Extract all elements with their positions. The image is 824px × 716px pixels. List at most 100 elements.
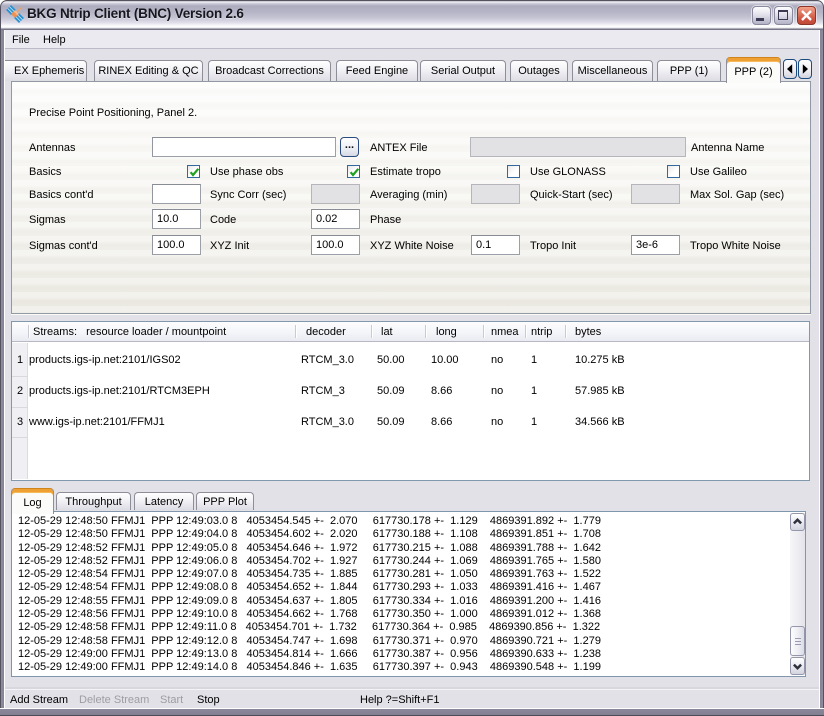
col-bytes[interactable]: bytes	[575, 326, 601, 338]
delete-stream-button[interactable]: Delete Stream	[79, 694, 149, 706]
column-separator	[483, 325, 484, 338]
col-decoder[interactable]: decoder	[306, 326, 346, 338]
minimize-button[interactable]	[752, 6, 771, 25]
menu-file[interactable]: File	[12, 34, 30, 46]
streams-table-header: Streams: resource loader / mountpoint de…	[12, 322, 809, 342]
use-glonass-checkbox[interactable]	[507, 165, 520, 178]
start-button[interactable]: Start	[160, 694, 183, 706]
window-title: BKG Ntrip Client (BNC) Version 2.6	[27, 6, 244, 21]
close-button[interactable]	[797, 6, 816, 25]
scroll-down-button[interactable]	[790, 657, 805, 675]
tab-rinex-ephemeris[interactable]: EX Ephemeris	[0, 60, 87, 81]
maximize-icon	[778, 10, 788, 20]
scroll-thumb[interactable]	[790, 626, 805, 656]
col-ntrip[interactable]: ntrip	[531, 326, 552, 338]
maxsolgap-input	[631, 184, 680, 204]
window-border-bottom	[0, 708, 824, 716]
xyz-init-input[interactable]: 100.0	[152, 235, 201, 255]
sync-corr-input[interactable]	[152, 184, 201, 204]
sigma-code-input[interactable]: 10.0	[152, 209, 201, 229]
antex-browse-button[interactable]: ...	[340, 137, 359, 157]
tab-rinex-editing[interactable]: RINEX Editing & QC	[94, 60, 203, 81]
phase-label: Phase	[370, 214, 401, 226]
app-icon	[6, 4, 24, 24]
sync-corr-label: Sync Corr (sec)	[210, 189, 286, 201]
xyz-white-noise-input[interactable]: 100.0	[311, 235, 360, 255]
use-galileo-label: Use Galileo	[690, 166, 747, 178]
tab-ppp-plot[interactable]: PPP Plot	[196, 492, 254, 510]
log-line: 12-05-29 12:48:55 FFMJ1 PPP 12:49:09.0 8…	[18, 595, 601, 607]
help-label: Help ?=Shift+F1	[360, 694, 440, 706]
tab-ppp-2[interactable]: PPP (2)	[726, 57, 781, 83]
column-separator	[565, 325, 566, 338]
cell-lat: 50.09	[377, 408, 405, 428]
use-galileo-checkbox[interactable]	[667, 165, 680, 178]
tab-miscellaneous[interactable]: Miscellaneous	[572, 60, 653, 81]
log-view[interactable]: 12-05-29 12:48:50 FFMJ1 PPP 12:49:03.0 8…	[11, 511, 806, 677]
log-line: 12-05-29 12:48:56 FFMJ1 PPP 12:49:10.0 8…	[18, 608, 601, 620]
antennas-label: Antennas	[29, 142, 75, 154]
estimate-tropo-checkbox[interactable]	[347, 165, 360, 178]
log-line: 12-05-29 12:49:00 FFMJ1 PPP 12:49:13.0 8…	[18, 648, 601, 660]
cell-ntrip: 1	[531, 346, 537, 366]
column-separator	[525, 325, 526, 338]
tab-scroll-right-button[interactable]	[798, 59, 812, 79]
log-line: 12-05-29 12:48:58 FFMJ1 PPP 12:49:12.0 8…	[18, 635, 601, 647]
minimize-icon	[756, 18, 764, 21]
tab-serial-output[interactable]: Serial Output	[420, 60, 506, 81]
cell-nmea: no	[491, 377, 503, 397]
use-phase-obs-label: Use phase obs	[210, 166, 283, 178]
antex-file-label: ANTEX File	[370, 142, 427, 154]
tropo-init-input[interactable]: 0.1	[471, 235, 520, 255]
tab-broadcast-corrections[interactable]: Broadcast Corrections	[208, 60, 331, 81]
check-icon	[348, 166, 361, 179]
column-separator	[28, 325, 29, 338]
quickstart-input	[471, 184, 520, 204]
tab-scroll-left-button[interactable]	[783, 59, 797, 79]
column-separator	[425, 325, 426, 338]
maximize-button[interactable]	[774, 6, 793, 25]
cell-mountpoint: products.igs-ip.net:2101/IGS02	[29, 346, 181, 366]
averaging-label: Averaging (min)	[370, 189, 447, 201]
tab-latency[interactable]: Latency	[134, 492, 194, 510]
cell-nmea: no	[491, 346, 503, 366]
antex-file-input	[470, 137, 686, 157]
log-line: 12-05-29 12:48:58 FFMJ1 PPP 12:49:11.0 8…	[18, 621, 600, 633]
use-phase-obs-checkbox[interactable]	[187, 165, 200, 178]
cell-decoder: RTCM_3.0	[301, 408, 354, 428]
tab-feed-engine[interactable]: Feed Engine	[336, 60, 418, 81]
sigma-phase-input[interactable]: 0.02	[311, 209, 360, 229]
stop-button[interactable]: Stop	[197, 694, 220, 706]
col-long[interactable]: long	[436, 326, 457, 338]
add-stream-button[interactable]: Add Stream	[10, 694, 68, 706]
cell-bytes: 57.985 kB	[575, 377, 625, 397]
tropo-init-label: Tropo Init	[530, 240, 576, 252]
log-scrollbar[interactable]	[790, 513, 805, 675]
tropo-white-noise-input[interactable]: 3e-6	[631, 235, 680, 255]
basics-label: Basics	[29, 166, 61, 178]
row-number: 1	[12, 346, 28, 366]
cell-nmea: no	[491, 408, 503, 428]
panel-title: Precise Point Positioning, Panel 2.	[29, 107, 197, 119]
estimate-tropo-label: Estimate tropo	[370, 166, 441, 178]
scroll-up-button[interactable]	[790, 513, 805, 531]
tab-log[interactable]: Log	[11, 488, 54, 514]
chevron-up-icon	[791, 514, 804, 530]
log-line: 12-05-29 12:48:54 FFMJ1 PPP 12:49:07.0 8…	[18, 568, 601, 580]
tab-ppp-1[interactable]: PPP (1)	[657, 60, 721, 81]
window-titlebar: BKG Ntrip Client (BNC) Version 2.6	[0, 0, 824, 30]
cell-ntrip: 1	[531, 377, 537, 397]
arrow-left-icon	[784, 63, 796, 75]
log-line: 12-05-29 12:48:54 FFMJ1 PPP 12:49:08.0 8…	[18, 581, 601, 593]
col-lat[interactable]: lat	[381, 326, 393, 338]
antennas-input[interactable]	[152, 137, 336, 157]
col-nmea[interactable]: nmea	[491, 326, 519, 338]
cell-lat: 50.00	[377, 346, 405, 366]
top-tab-bar: EX Ephemeris RINEX Editing & QC Broadcas…	[5, 53, 819, 82]
menu-help[interactable]: Help	[43, 34, 66, 46]
col-mountpoint[interactable]: Streams: resource loader / mountpoint	[33, 326, 226, 338]
tab-outages[interactable]: Outages	[510, 60, 568, 81]
cell-bytes: 10.275 kB	[575, 346, 625, 366]
cell-bytes: 34.566 kB	[575, 408, 625, 428]
tab-throughput[interactable]: Throughput	[56, 492, 131, 510]
